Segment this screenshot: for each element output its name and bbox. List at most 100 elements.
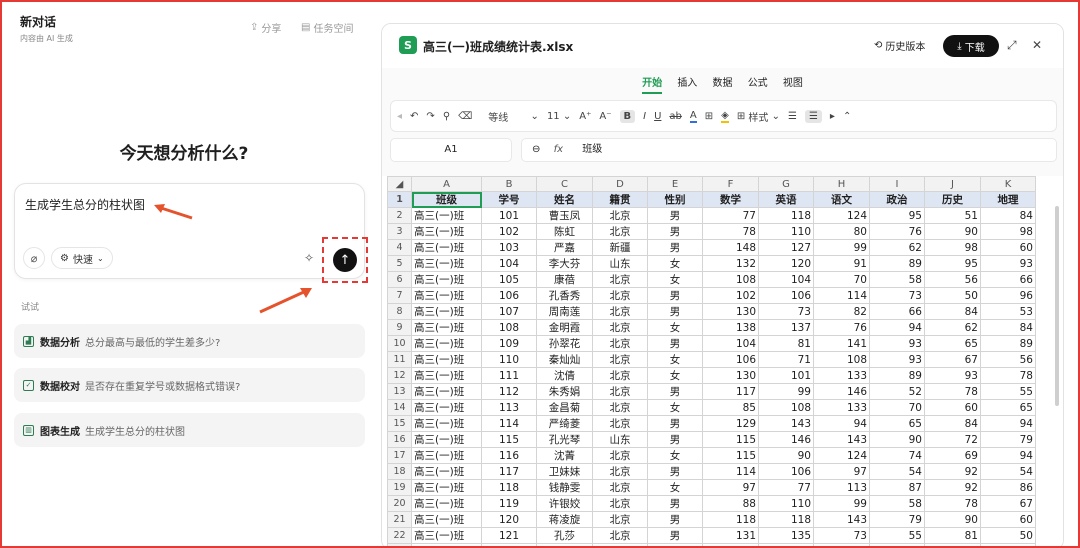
table-cell[interactable]: 北京 <box>592 383 648 400</box>
send-button[interactable]: ↑ <box>333 248 357 272</box>
table-cell[interactable]: 北京 <box>592 351 648 368</box>
history-button[interactable]: ⟲ 历史版本 <box>874 38 925 53</box>
table-cell[interactable]: 124 <box>813 447 870 464</box>
table-cell[interactable]: 65 <box>869 415 925 432</box>
more-right-icon[interactable]: ▸ <box>830 111 835 122</box>
table-cell[interactable]: 102 <box>702 287 759 304</box>
table-cell[interactable]: 67 <box>980 495 1036 512</box>
table-cell[interactable]: 98 <box>980 223 1036 240</box>
table-cell[interactable]: 72 <box>924 431 981 448</box>
table-cell[interactable]: 蒋凌旋 <box>536 511 593 528</box>
table-cell[interactable]: 117 <box>481 463 537 480</box>
header-cell[interactable]: 语文 <box>813 191 870 208</box>
align-center-icon[interactable]: ☰ <box>804 109 822 123</box>
column-header[interactable]: C <box>536 176 593 192</box>
table-cell[interactable]: 118 <box>702 511 759 528</box>
tab-formula[interactable]: 公式 <box>748 74 768 92</box>
table-cell[interactable]: 河北 <box>592 543 648 546</box>
undo-icon[interactable]: ↶ <box>410 111 418 122</box>
table-cell[interactable]: 65 <box>924 335 981 352</box>
table-cell[interactable]: 北京 <box>592 479 648 496</box>
table-cell[interactable]: 秦灿灿 <box>536 351 593 368</box>
suggestion-item[interactable]: ▟ 数据分析 总分最高与最低的学生差多少? <box>14 324 365 358</box>
table-cell[interactable]: 95 <box>924 255 981 272</box>
table-cell[interactable]: 53 <box>980 303 1036 320</box>
header-cell[interactable]: 历史 <box>924 191 981 208</box>
table-cell[interactable]: 85 <box>702 399 759 416</box>
table-cell[interactable]: 138 <box>702 319 759 336</box>
table-cell[interactable]: 孔香秀 <box>536 287 593 304</box>
header-cell[interactable]: 性别 <box>647 191 703 208</box>
table-cell[interactable]: 北京 <box>592 527 648 544</box>
table-cell[interactable]: 山东 <box>592 255 648 272</box>
table-cell[interactable]: 58 <box>869 271 925 288</box>
column-header[interactable]: A <box>411 176 482 192</box>
table-cell[interactable]: 52 <box>869 383 925 400</box>
table-cell[interactable]: 110 <box>758 495 814 512</box>
table-cell[interactable]: 99 <box>813 239 870 256</box>
row-number[interactable]: 6 <box>387 271 412 288</box>
table-cell[interactable]: 高三(一)班 <box>411 319 482 336</box>
table-cell[interactable]: 89 <box>869 367 925 384</box>
row-number[interactable]: 11 <box>387 351 412 368</box>
table-cell[interactable]: 54 <box>980 463 1036 480</box>
table-cell[interactable]: 65 <box>980 399 1036 416</box>
table-cell[interactable]: 78 <box>980 367 1036 384</box>
table-cell[interactable]: 高三(一)班 <box>411 399 482 416</box>
table-cell[interactable]: 北京 <box>592 367 648 384</box>
table-cell[interactable]: 110 <box>481 351 537 368</box>
table-cell[interactable]: 114 <box>481 415 537 432</box>
magic-wand-icon[interactable]: ✧ <box>304 251 314 265</box>
table-cell[interactable]: 120 <box>481 511 537 528</box>
header-cell[interactable]: 英语 <box>758 191 814 208</box>
table-cell[interactable]: 99 <box>813 495 870 512</box>
table-cell[interactable]: 102 <box>758 543 814 546</box>
table-cell[interactable]: 94 <box>813 415 870 432</box>
table-cell[interactable]: 男 <box>647 223 703 240</box>
row-number[interactable]: 23 <box>387 543 412 546</box>
font-size-select[interactable]: 11 ⌄ <box>547 111 571 122</box>
table-cell[interactable]: 102 <box>481 223 537 240</box>
table-cell[interactable]: 严嘉 <box>536 239 593 256</box>
table-cell[interactable]: 108 <box>481 319 537 336</box>
table-cell[interactable]: 男 <box>647 207 703 224</box>
row-number[interactable]: 8 <box>387 303 412 320</box>
table-cell[interactable]: 111 <box>481 367 537 384</box>
row-number[interactable]: 12 <box>387 367 412 384</box>
table-cell[interactable]: 93 <box>980 255 1036 272</box>
column-header[interactable]: B <box>481 176 537 192</box>
cell-name-box[interactable]: A1 <box>390 138 512 162</box>
header-cell[interactable]: 学号 <box>481 191 537 208</box>
header-cell[interactable]: 班级 <box>411 191 482 208</box>
row-number[interactable]: 2 <box>387 207 412 224</box>
table-cell[interactable]: 50 <box>924 287 981 304</box>
column-header[interactable]: D <box>592 176 648 192</box>
table-cell[interactable]: 北京 <box>592 303 648 320</box>
table-cell[interactable]: 女 <box>647 367 703 384</box>
table-cell[interactable]: 88 <box>702 495 759 512</box>
table-cell[interactable]: 76 <box>813 319 870 336</box>
italic-button[interactable]: I <box>643 111 646 122</box>
table-cell[interactable]: 51 <box>924 207 981 224</box>
table-cell[interactable]: 118 <box>481 479 537 496</box>
table-cell[interactable]: 108 <box>813 351 870 368</box>
row-number[interactable]: 4 <box>387 239 412 256</box>
table-cell[interactable]: 沈菁 <box>536 447 593 464</box>
table-cell[interactable]: 高三(一)班 <box>411 511 482 528</box>
table-cell[interactable]: 132 <box>702 255 759 272</box>
vertical-scrollbar[interactable] <box>1053 186 1061 546</box>
table-cell[interactable]: 男 <box>647 463 703 480</box>
table-cell[interactable]: 女 <box>647 479 703 496</box>
tab-home[interactable]: 开始 <box>642 74 663 94</box>
table-cell[interactable]: 高三(一)班 <box>411 287 482 304</box>
share-button[interactable]: ⇪ 分享 <box>250 20 281 35</box>
table-cell[interactable]: 73 <box>869 287 925 304</box>
table-cell[interactable]: 55 <box>980 383 1036 400</box>
table-cell[interactable]: 康蓓 <box>536 271 593 288</box>
table-cell[interactable]: 女 <box>647 319 703 336</box>
table-cell[interactable]: 93 <box>869 335 925 352</box>
table-cell[interactable]: 北京 <box>592 207 648 224</box>
table-cell[interactable]: 男 <box>647 239 703 256</box>
fill-color-icon[interactable]: ◈ <box>721 110 729 123</box>
scroll-left-icon[interactable]: ◂ <box>397 111 402 122</box>
